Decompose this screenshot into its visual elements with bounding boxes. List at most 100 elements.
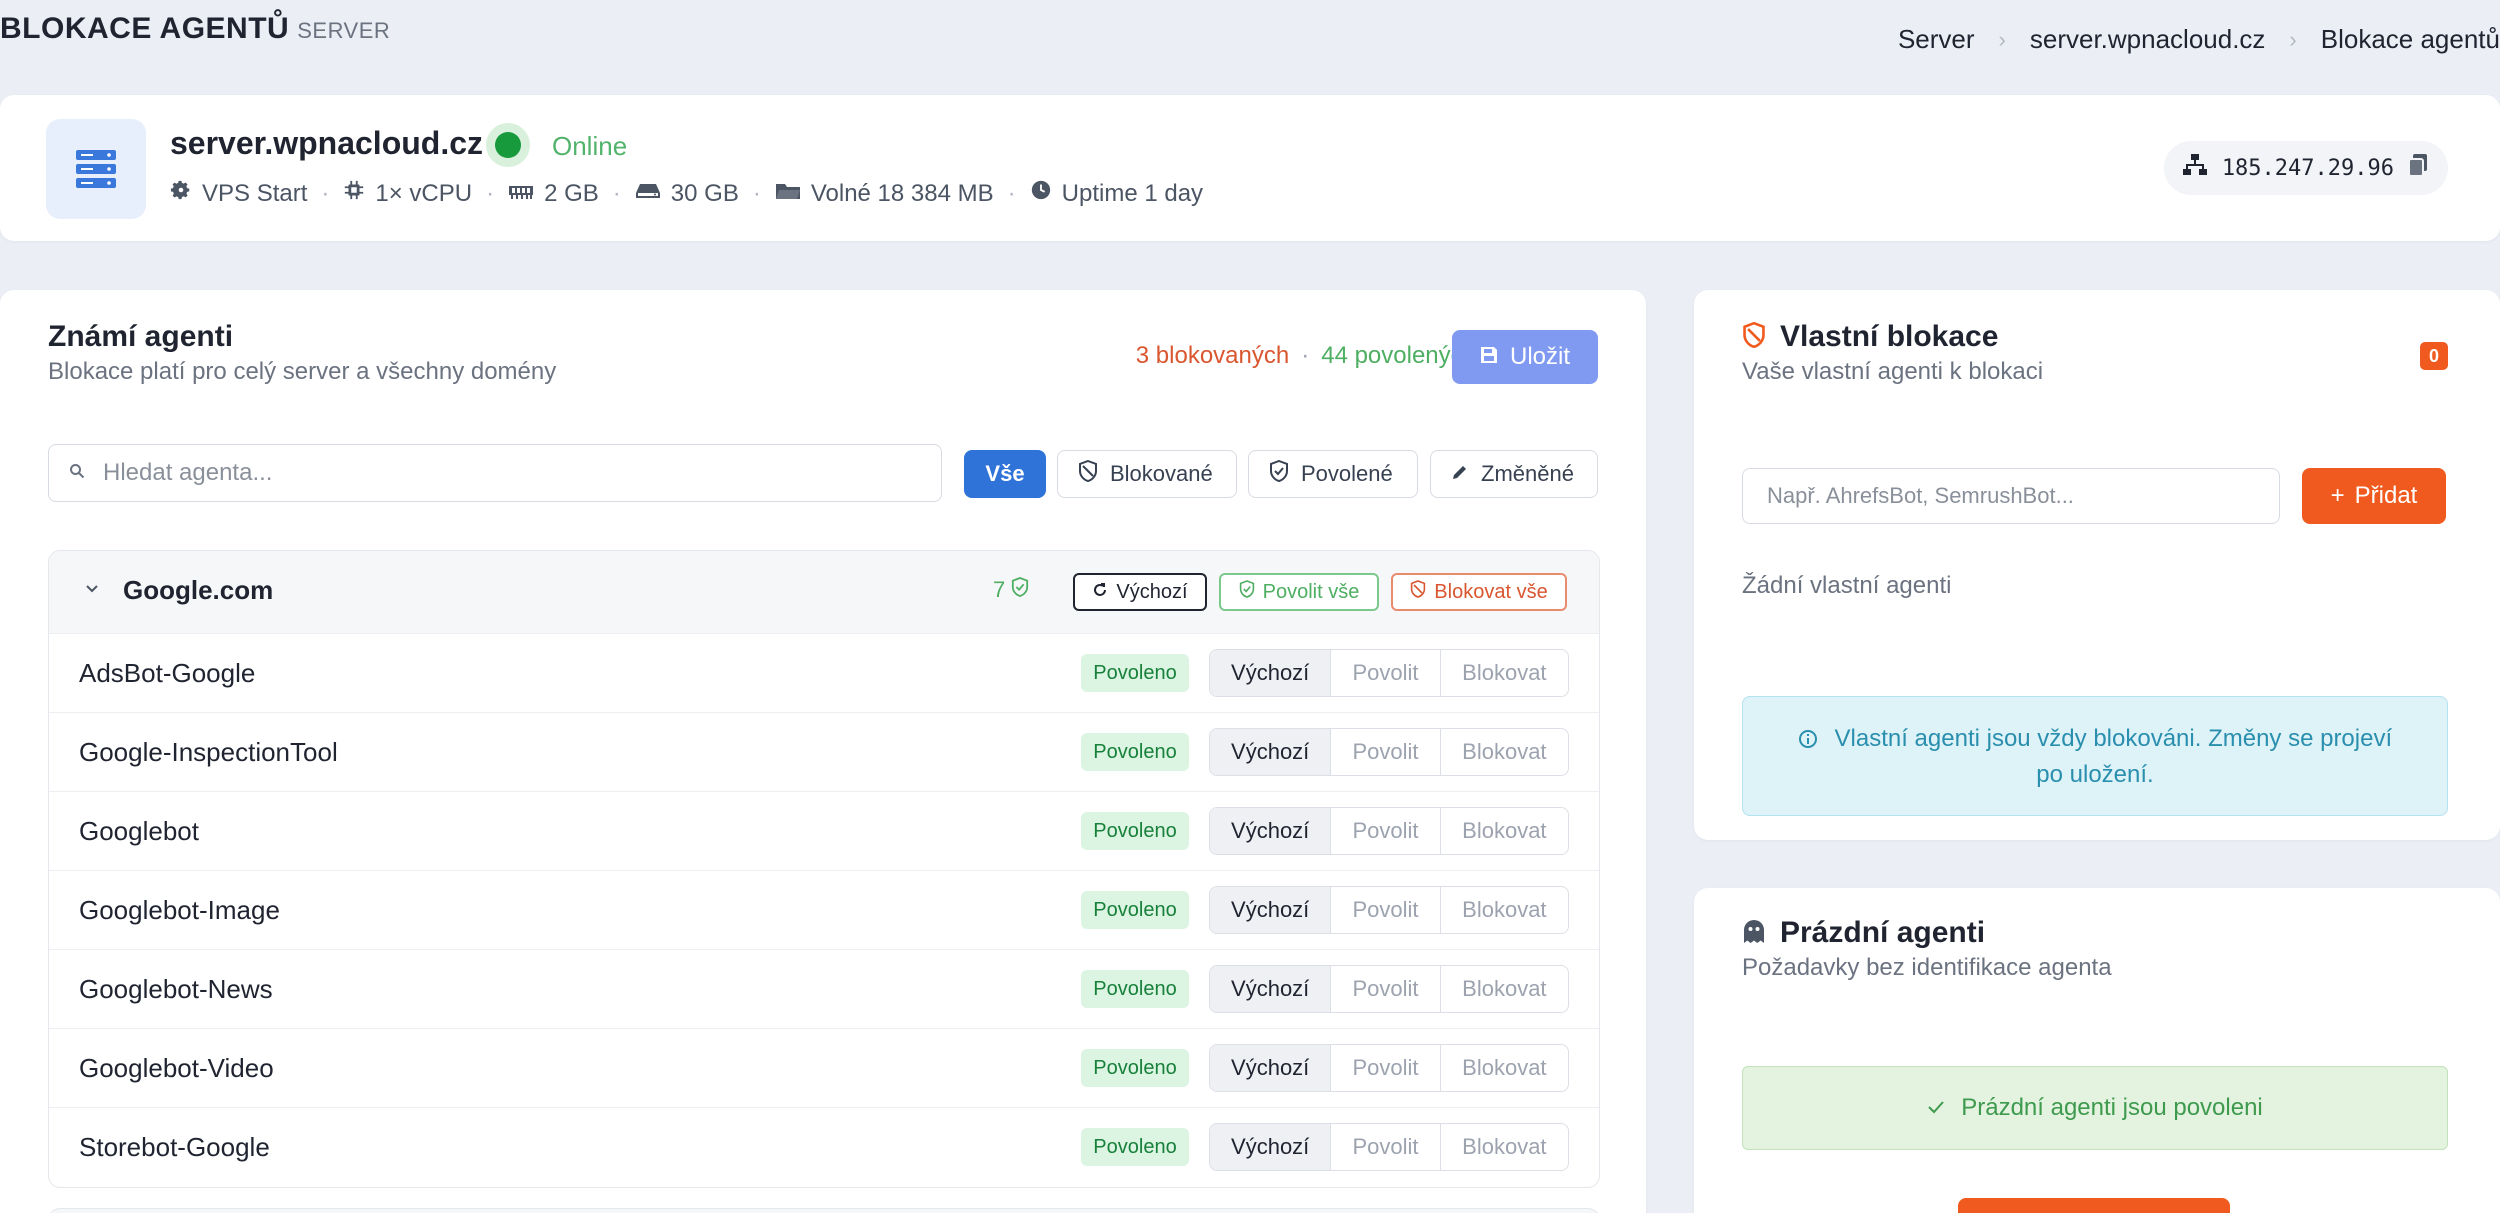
server-stack-icon	[46, 119, 146, 219]
next-agent-group	[48, 1208, 1600, 1213]
filter-allowed-button[interactable]: Povolené	[1248, 450, 1418, 498]
cpu-chip-icon	[343, 179, 365, 208]
mode-allow-option[interactable]: Povolit	[1331, 729, 1441, 775]
mode-allow-option[interactable]: Povolit	[1331, 650, 1441, 696]
custom-info-alert: Vlastní agenti jsou vždy blokováni. Změn…	[1742, 696, 2448, 816]
add-agent-button[interactable]: + Přidat	[2302, 468, 2446, 524]
check-icon	[1927, 1094, 1945, 1122]
group-default-button[interactable]: Výchozí	[1073, 573, 1207, 611]
search-input[interactable]	[103, 459, 883, 487]
plus-icon: +	[2330, 482, 2345, 509]
empty-agents-header: Prázdní agenti	[1742, 916, 1985, 950]
agent-row: Googlebot Povoleno Výchozí Povolit Bloko…	[49, 791, 1599, 870]
custom-count-badge: 0	[2420, 342, 2448, 370]
save-button[interactable]: Uložit	[1452, 330, 1598, 384]
pencil-icon	[1451, 461, 1469, 487]
empty-agents-action-button[interactable]	[1958, 1198, 2230, 1213]
known-agents-card: Známí agenti Blokace platí pro celý serv…	[0, 290, 1646, 1213]
save-icon	[1480, 343, 1498, 371]
memory-icon	[508, 180, 534, 208]
filter-all-label: Vše	[985, 461, 1025, 486]
group-block-all-button[interactable]: Blokovat vše	[1391, 573, 1567, 611]
allowed-shield-icon	[1239, 580, 1255, 604]
copy-icon[interactable]	[2408, 153, 2428, 183]
mode-allow-option[interactable]: Povolit	[1331, 887, 1441, 933]
empty-agents-status-alert: Prázdní agenti jsou povoleni	[1742, 1066, 2448, 1150]
agent-name: Googlebot-News	[79, 974, 273, 1004]
mode-block-option[interactable]: Blokovat	[1441, 1124, 1568, 1170]
custom-agent-input[interactable]	[1742, 468, 2280, 524]
breadcrumb: Server › server.wpnacloud.cz › Blokace a…	[1898, 24, 2500, 55]
chevron-down-icon[interactable]	[83, 579, 101, 602]
page-title: BLOKACE AGENTŮ SERVER	[0, 12, 390, 46]
server-plan: VPS Start	[202, 179, 308, 207]
filter-changed-button[interactable]: Změněné	[1430, 450, 1598, 498]
mode-default-option[interactable]: Výchozí	[1210, 887, 1332, 933]
server-disk: 30 GB	[670, 179, 739, 207]
agent-mode-selector: Výchozí Povolit Blokovat	[1209, 807, 1569, 855]
network-icon	[2182, 153, 2208, 183]
mode-default-option[interactable]: Výchozí	[1210, 729, 1332, 775]
mode-default-option[interactable]: Výchozí	[1210, 808, 1332, 854]
group-allowed-count: 7	[993, 577, 1029, 603]
mode-allow-option[interactable]: Povolit	[1331, 966, 1441, 1012]
group-allow-all-label: Povolit vše	[1262, 580, 1360, 603]
agent-name: Googlebot	[79, 816, 199, 846]
mode-block-option[interactable]: Blokovat	[1441, 650, 1568, 696]
agent-row: Googlebot-Video Povoleno Výchozí Povolit…	[49, 1028, 1599, 1107]
mode-default-option[interactable]: Výchozí	[1210, 1045, 1332, 1091]
blocked-count: 3 blokovaných	[1135, 342, 1290, 369]
mode-block-option[interactable]: Blokovat	[1441, 729, 1568, 775]
mode-allow-option[interactable]: Povolit	[1331, 1124, 1441, 1170]
agent-mode-selector: Výchozí Povolit Blokovat	[1209, 1044, 1569, 1092]
agent-row: AdsBot-Google Povoleno Výchozí Povolit B…	[49, 633, 1599, 712]
agent-name: AdsBot-Google	[79, 658, 256, 688]
empty-agents-status-text: Prázdní agenti jsou povoleni	[1961, 1094, 2263, 1121]
server-summary-card: server.wpnacloud.cz Online VPS Start · 1…	[0, 95, 2500, 241]
mode-block-option[interactable]: Blokovat	[1441, 887, 1568, 933]
allowed-shield-icon	[1011, 577, 1029, 603]
server-status: Online	[552, 131, 628, 161]
filter-all-button[interactable]: Vše	[964, 450, 1046, 498]
mode-default-option[interactable]: Výchozí	[1210, 1124, 1332, 1170]
agent-name: Google-InspectionTool	[79, 737, 338, 767]
info-icon	[1798, 725, 1835, 752]
page-title-text: BLOKACE AGENTŮ	[0, 12, 290, 45]
status-badge: Povoleno	[1081, 1128, 1189, 1166]
mode-default-option[interactable]: Výchozí	[1210, 966, 1332, 1012]
ghost-icon	[1742, 918, 1766, 949]
status-badge: Povoleno	[1081, 733, 1189, 771]
info-text-line1: Vlastní agenti jsou vždy blokováni. Změn…	[1834, 725, 2393, 752]
breadcrumb-item-host[interactable]: server.wpnacloud.cz	[2030, 24, 2266, 55]
empty-agents-subtitle: Požadavky bez identifikace agenta	[1742, 954, 2112, 981]
breadcrumb-item-current: Blokace agentů	[2320, 24, 2500, 54]
empty-agents-title: Prázdní agenti	[1780, 916, 1986, 949]
agent-mode-selector: Výchozí Povolit Blokovat	[1209, 886, 1569, 934]
status-badge: Povoleno	[1081, 1049, 1189, 1087]
blocked-shield-icon	[1742, 321, 1766, 353]
agent-search	[48, 444, 942, 502]
mode-block-option[interactable]: Blokovat	[1441, 966, 1568, 1012]
group-header[interactable]: Google.com 7 Výchozí Povolit vše Blokova…	[49, 551, 1599, 633]
group-count-value: 7	[993, 577, 1006, 602]
mode-allow-option[interactable]: Povolit	[1331, 808, 1441, 854]
group-allow-all-button[interactable]: Povolit vše	[1219, 573, 1379, 611]
server-cpu: 1× vCPU	[375, 179, 473, 207]
breadcrumb-item-server[interactable]: Server	[1898, 24, 1975, 55]
mode-default-option[interactable]: Výchozí	[1210, 650, 1332, 696]
agent-group-google: Google.com 7 Výchozí Povolit vše Blokova…	[48, 550, 1600, 1188]
server-name: server.wpnacloud.cz	[170, 125, 484, 161]
empty-agents-card: Prázdní agenti Požadavky bez identifikac…	[1694, 888, 2500, 1213]
mode-block-option[interactable]: Blokovat	[1441, 1045, 1568, 1091]
agent-mode-selector: Výchozí Povolit Blokovat	[1209, 1123, 1569, 1171]
mode-allow-option[interactable]: Povolit	[1331, 1045, 1441, 1091]
breadcrumb-separator-icon: ›	[1998, 26, 2006, 52]
agent-name: Storebot-Google	[79, 1132, 270, 1162]
mode-block-option[interactable]: Blokovat	[1441, 808, 1568, 854]
server-uptime: Uptime 1 day	[1061, 179, 1204, 207]
custom-block-title: Vlastní blokace	[1780, 320, 1999, 353]
agent-row: Google-InspectionTool Povoleno Výchozí P…	[49, 712, 1599, 791]
filter-blocked-button[interactable]: Blokované	[1057, 450, 1237, 498]
status-badge: Povoleno	[1081, 812, 1189, 850]
agent-row: Storebot-Google Povoleno Výchozí Povolit…	[49, 1107, 1599, 1186]
